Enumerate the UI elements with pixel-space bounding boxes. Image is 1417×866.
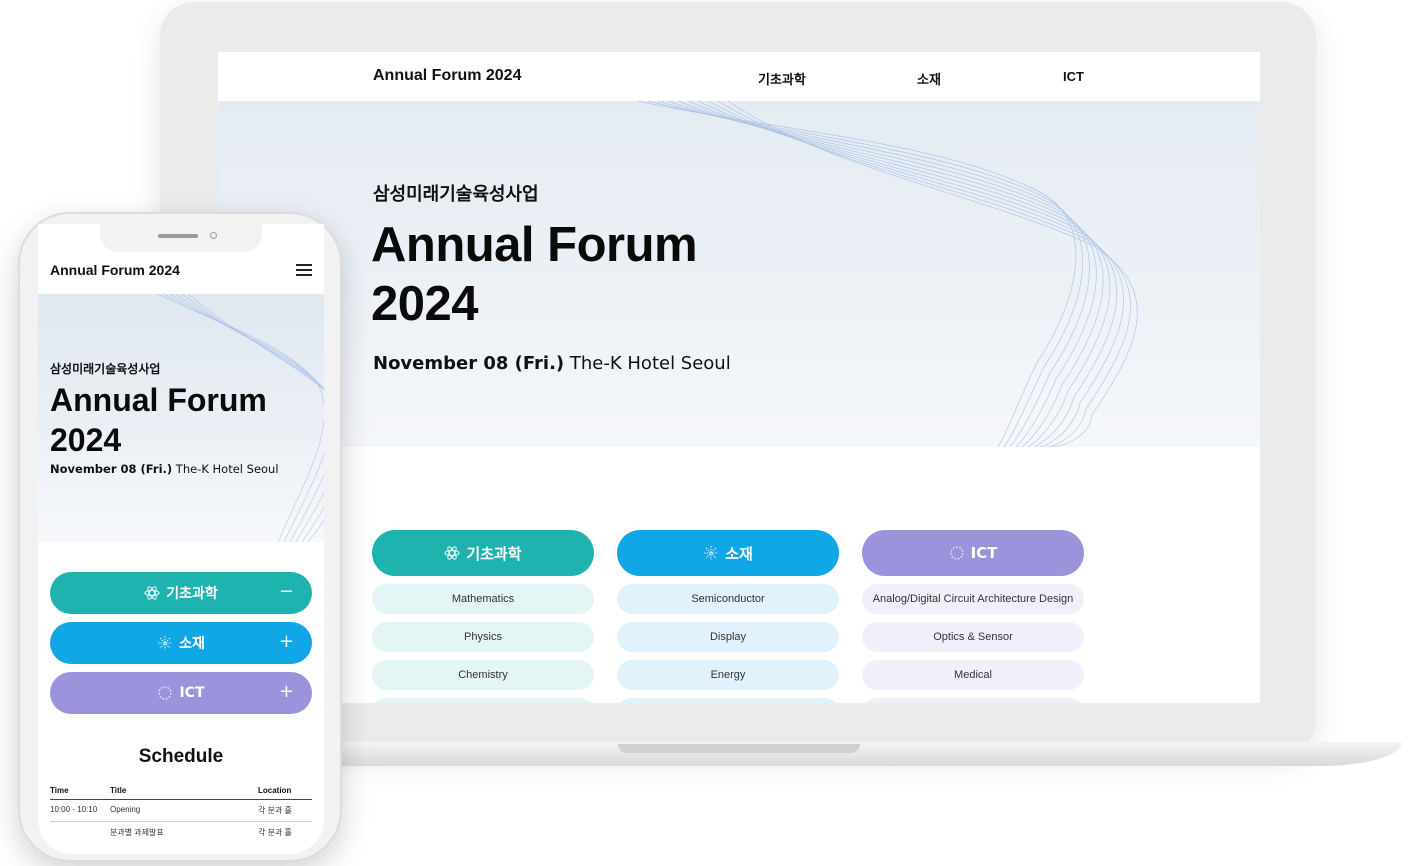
- subject-partial-row: [862, 698, 1084, 703]
- subject-chemistry[interactable]: Chemistry: [372, 660, 594, 690]
- col-header-location: Location: [258, 786, 292, 795]
- schedule-header-row: Time Title Location: [50, 784, 312, 800]
- site-logo[interactable]: Annual Forum 2024: [373, 67, 521, 85]
- category-label: 소재: [725, 544, 753, 563]
- cell-location: 각 분과 홀: [258, 828, 292, 837]
- mobile-hero-banner: 삼성미래기술육성사업 Annual Forum 2024 November 08…: [38, 294, 324, 542]
- subject-optics-sensor[interactable]: Optics & Sensor: [862, 622, 1084, 652]
- circuit-icon: [158, 686, 173, 700]
- subject-display[interactable]: Display: [617, 622, 839, 652]
- mobile-hero-title: Annual Forum 2024: [50, 382, 267, 458]
- hero-date: November 08 (Fri.): [373, 353, 565, 374]
- mobile-hero-date: November 08 (Fri.): [50, 462, 173, 476]
- mobile-hero-venue: The-K Hotel Seoul: [172, 462, 279, 476]
- phone-speaker: [158, 234, 198, 238]
- circuit-icon: [950, 546, 964, 560]
- subject-mathematics[interactable]: Mathematics: [372, 584, 594, 614]
- subject-physics[interactable]: Physics: [372, 622, 594, 652]
- category-button-basic-science[interactable]: 기초과학: [372, 530, 594, 576]
- schedule-heading: Schedule: [138, 746, 224, 767]
- expand-icon[interactable]: +: [279, 681, 294, 702]
- mobile-hero-kicker: 삼성미래기술육성사업: [50, 362, 161, 376]
- accordion-ict[interactable]: ICT +: [50, 672, 312, 714]
- subject-circuit-design[interactable]: Analog/Digital Circuit Architecture Desi…: [862, 584, 1084, 614]
- collapse-icon[interactable]: −: [279, 581, 294, 602]
- mobile-hero-date-venue: November 08 (Fri.) The-K Hotel Seoul: [50, 462, 279, 476]
- schedule-table: Time Title Location 10:00 - 10:10 Openin…: [50, 784, 312, 844]
- mobile-site-logo[interactable]: Annual Forum 2024: [50, 262, 180, 278]
- table-row: 분과별 과제발표 각 분과 홀: [50, 822, 312, 844]
- cell-time: 10:00 - 10:10: [50, 805, 98, 814]
- subject-semiconductor[interactable]: Semiconductor: [617, 584, 839, 614]
- phone-notch: [100, 224, 262, 252]
- hero-venue: The-K Hotel Seoul: [564, 353, 731, 374]
- accordion-basic-science[interactable]: 기초과학 −: [50, 572, 312, 614]
- molecule-icon: [444, 546, 460, 560]
- table-row: 10:00 - 10:10 Opening 각 분과 홀: [50, 800, 312, 822]
- desktop-navbar: Annual Forum 2024 기초과학 소재 ICT: [218, 52, 1260, 101]
- sparkle-icon: [158, 636, 173, 650]
- accordion-label: 기초과학: [166, 586, 218, 602]
- hero-banner: 삼성미래기술육성사업 Annual Forum 2024 November 08…: [218, 101, 1260, 447]
- category-button-ict[interactable]: ICT: [862, 530, 1084, 576]
- hero-kicker: 삼성미래기술육성사업: [373, 184, 539, 205]
- cell-title: 분과별 과제발표: [110, 828, 164, 837]
- subject-energy[interactable]: Energy: [617, 660, 839, 690]
- phone-screen: Annual Forum 2024 삼성미래기술육성사업 Annual Foru…: [38, 232, 324, 854]
- category-column-materials: 소재 Semiconductor Display Energy: [617, 530, 839, 703]
- hero-date-venue: November 08 (Fri.) The-K Hotel Seoul: [373, 353, 731, 374]
- laptop-hinge-notch: [618, 744, 860, 753]
- cell-location: 각 분과 홀: [258, 806, 292, 815]
- subject-partial-row: [617, 698, 839, 703]
- accordion-label: ICT: [179, 685, 205, 701]
- cell-title: Opening: [110, 805, 141, 814]
- nav-item-basic-science[interactable]: 기초과학: [758, 69, 806, 88]
- accordion-label: 소재: [179, 636, 205, 652]
- category-button-materials[interactable]: 소재: [617, 530, 839, 576]
- nav-item-ict[interactable]: ICT: [1063, 69, 1084, 84]
- category-label: 기초과학: [466, 544, 522, 563]
- subject-medical[interactable]: Medical: [862, 660, 1084, 690]
- device-mockup-scene: Annual Forum 2024 기초과학 소재 ICT 삼성미래기술육성사업…: [0, 0, 1417, 866]
- col-header-time: Time: [50, 786, 69, 795]
- phone-camera: [210, 232, 217, 239]
- molecule-icon: [144, 586, 160, 600]
- sparkle-icon: [704, 546, 719, 560]
- category-column-basic-science: 기초과학 Mathematics Physics Chemistry: [372, 530, 594, 703]
- nav-item-materials[interactable]: 소재: [917, 69, 941, 88]
- hamburger-menu-icon[interactable]: [296, 264, 312, 276]
- category-column-ict: ICT Analog/Digital Circuit Architecture …: [862, 530, 1084, 703]
- subject-partial-row: [372, 698, 594, 703]
- category-label: ICT: [970, 544, 998, 562]
- expand-icon[interactable]: +: [279, 631, 294, 652]
- hero-title: Annual Forum 2024: [371, 218, 698, 331]
- col-header-title: Title: [110, 786, 127, 795]
- accordion-materials[interactable]: 소재 +: [50, 622, 312, 664]
- laptop-screen: Annual Forum 2024 기초과학 소재 ICT 삼성미래기술육성사업…: [218, 52, 1260, 703]
